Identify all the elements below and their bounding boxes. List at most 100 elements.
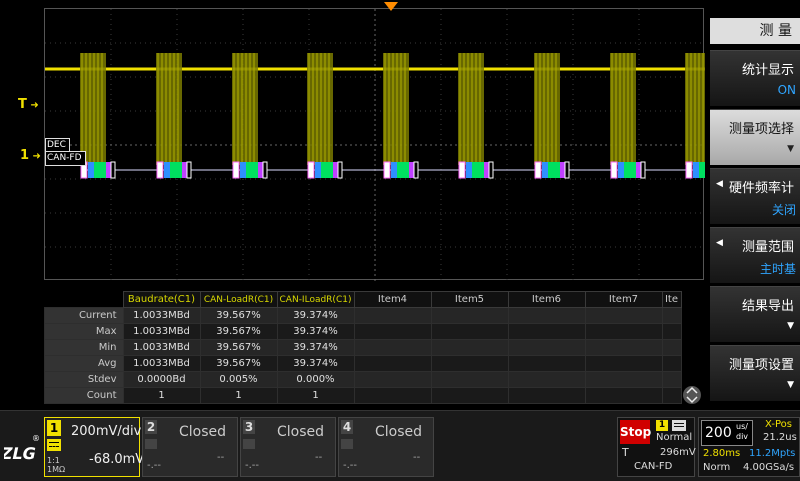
channel3-scale: -.-- xyxy=(245,460,260,471)
decode-frame-id xyxy=(315,162,321,178)
table-cell: 0.005% xyxy=(199,371,278,388)
decode-frame-data xyxy=(321,162,333,178)
table-cell: 39.567% xyxy=(199,339,278,356)
table-cell xyxy=(661,371,682,388)
decode-frame-start xyxy=(232,161,240,179)
table-header[interactable]: Ite xyxy=(661,291,682,308)
table-cell xyxy=(430,371,509,388)
channel1-scale: 200mV/div xyxy=(71,424,142,439)
table-header[interactable]: Item7 xyxy=(584,291,663,308)
trigger-mode: Normal xyxy=(656,432,693,443)
coupling-icon xyxy=(341,439,353,449)
channel1-marker-label: 1 xyxy=(20,148,30,163)
decode-frame-end xyxy=(110,161,116,179)
decode-frame-end xyxy=(564,161,570,179)
decode-frame-start xyxy=(307,161,315,179)
trigger-panel[interactable]: Stop 1 Normal T 296mV CAN-FD xyxy=(617,417,696,477)
menu-statistics-display[interactable]: 统计显示 ON xyxy=(710,50,800,106)
trigger-level: 296mV xyxy=(660,447,696,458)
table-header[interactable]: Item5 xyxy=(430,291,509,308)
decode-frame-crc xyxy=(258,162,263,178)
table-cell: 39.374% xyxy=(276,355,355,372)
table-header[interactable]: CAN-LoadR(C1) xyxy=(199,291,278,308)
channel2-panel[interactable]: 2 Closed -.-- -- xyxy=(142,417,238,477)
channel1-offset: -68.0mV xyxy=(89,452,145,467)
menu-measure-range[interactable]: ◀ 测量范围 主时基 xyxy=(710,227,800,283)
menu-hardware-counter[interactable]: ◀ 硬件频率计 关闭 xyxy=(710,168,800,224)
memory-depth: 11.2Mpts xyxy=(749,448,796,459)
trigger-type-icon xyxy=(672,420,686,431)
table-cell xyxy=(661,323,682,340)
channel4-number: 4 xyxy=(341,420,353,434)
table-cell: 1 xyxy=(199,387,278,404)
table-cell: 0.000% xyxy=(276,371,355,388)
timebase-control[interactable]: 200 us/ div xyxy=(701,420,753,446)
table-cell xyxy=(584,339,663,356)
menu-item-label: 结果导出 xyxy=(741,299,794,314)
channel1-panel[interactable]: 1 200mV/div -68.0mV 1:1 1MΩ xyxy=(44,417,144,477)
acquisition-mode: Norm xyxy=(703,462,731,473)
measure-menu: 测 量 统计显示 ON 测量项选择 ▼ ◀ 硬件频率计 关闭 ◀ 测量范围 主时… xyxy=(710,18,800,410)
table-cell xyxy=(353,371,432,388)
chevron-down-icon: ▼ xyxy=(787,380,794,390)
timebase-panel[interactable]: 200 us/ div X-Pos 21.2us 2.80ms 11.2Mpts… xyxy=(698,417,800,477)
table-header[interactable]: Baudrate(C1) xyxy=(122,291,201,308)
table-scroll-icon[interactable] xyxy=(682,384,702,406)
table-cell xyxy=(584,387,663,404)
svg-text:ZLG: ZLG xyxy=(4,444,38,463)
decode-frame-crc xyxy=(636,162,641,178)
trigger-source: 1 xyxy=(656,420,668,431)
channel1-marker[interactable]: 1 ➜ xyxy=(20,148,41,163)
table-cell xyxy=(430,339,509,356)
channel3-panel[interactable]: 3 Closed -.-- -- xyxy=(240,417,336,477)
channel4-scale: -.-- xyxy=(343,460,358,471)
decode-frame-crc xyxy=(106,162,111,178)
row-label: Stdev xyxy=(44,371,124,388)
decode-frame-id xyxy=(542,162,548,178)
table-cell xyxy=(353,387,432,404)
menu-measure-item-select[interactable]: 测量项选择 ▼ xyxy=(710,109,800,165)
run-stop-button[interactable]: Stop xyxy=(620,420,651,444)
decode-frame-end xyxy=(337,161,343,179)
table-cell xyxy=(584,307,663,324)
zlg-logo-icon: ZLG ® xyxy=(4,434,40,463)
channel2-scale: -.-- xyxy=(147,460,162,471)
trigger-position-icon[interactable] xyxy=(384,2,398,12)
table-cell xyxy=(661,339,682,356)
decode-frame-start xyxy=(534,161,542,179)
table-cell: 1.0033MBd xyxy=(122,339,201,356)
table-cell xyxy=(353,339,432,356)
table-cell xyxy=(353,355,432,372)
table-cell: 1.0033MBd xyxy=(122,323,201,340)
channel4-offset: -- xyxy=(413,452,421,463)
decode-frame-id xyxy=(391,162,397,178)
decode-frame-data xyxy=(472,162,484,178)
table-cell: 39.374% xyxy=(276,339,355,356)
channel4-panel[interactable]: 4 Closed -.-- -- xyxy=(338,417,434,477)
decode-frame-crc xyxy=(484,162,489,178)
svg-text:®: ® xyxy=(32,434,40,443)
decode-frame-start xyxy=(685,161,693,179)
decode-frame-data xyxy=(699,162,705,178)
row-label: Max xyxy=(44,323,124,340)
bottom-status-bar: ZLG ® 1 200mV/div -68.0mV 1:1 1MΩ 2 Clos… xyxy=(0,410,800,481)
table-corner xyxy=(44,291,123,308)
table-cell xyxy=(661,307,682,324)
table-cell: 39.374% xyxy=(276,323,355,340)
menu-export-results[interactable]: 结果导出 ▼ xyxy=(710,286,800,342)
waveform-display[interactable] xyxy=(44,8,705,281)
table-row: Min 1.0033MBd 39.567% 39.374% xyxy=(44,339,682,356)
table-header[interactable]: Item4 xyxy=(353,291,432,308)
table-cell xyxy=(353,323,432,340)
menu-measure-settings[interactable]: 测量项设置 ▼ xyxy=(710,345,800,401)
row-label: Min xyxy=(44,339,124,356)
channel2-status: Closed xyxy=(179,424,227,440)
decode-frame-start xyxy=(156,161,164,179)
trigger-label: T xyxy=(622,446,629,459)
table-header[interactable]: CAN-ILoadR(C1) xyxy=(276,291,355,308)
trigger-level-marker[interactable]: T ➜ xyxy=(18,97,39,112)
table-cell xyxy=(661,355,682,372)
decode-frame-id xyxy=(466,162,472,178)
table-header[interactable]: Item6 xyxy=(507,291,586,308)
menu-item-label: 硬件频率计 xyxy=(728,181,794,196)
